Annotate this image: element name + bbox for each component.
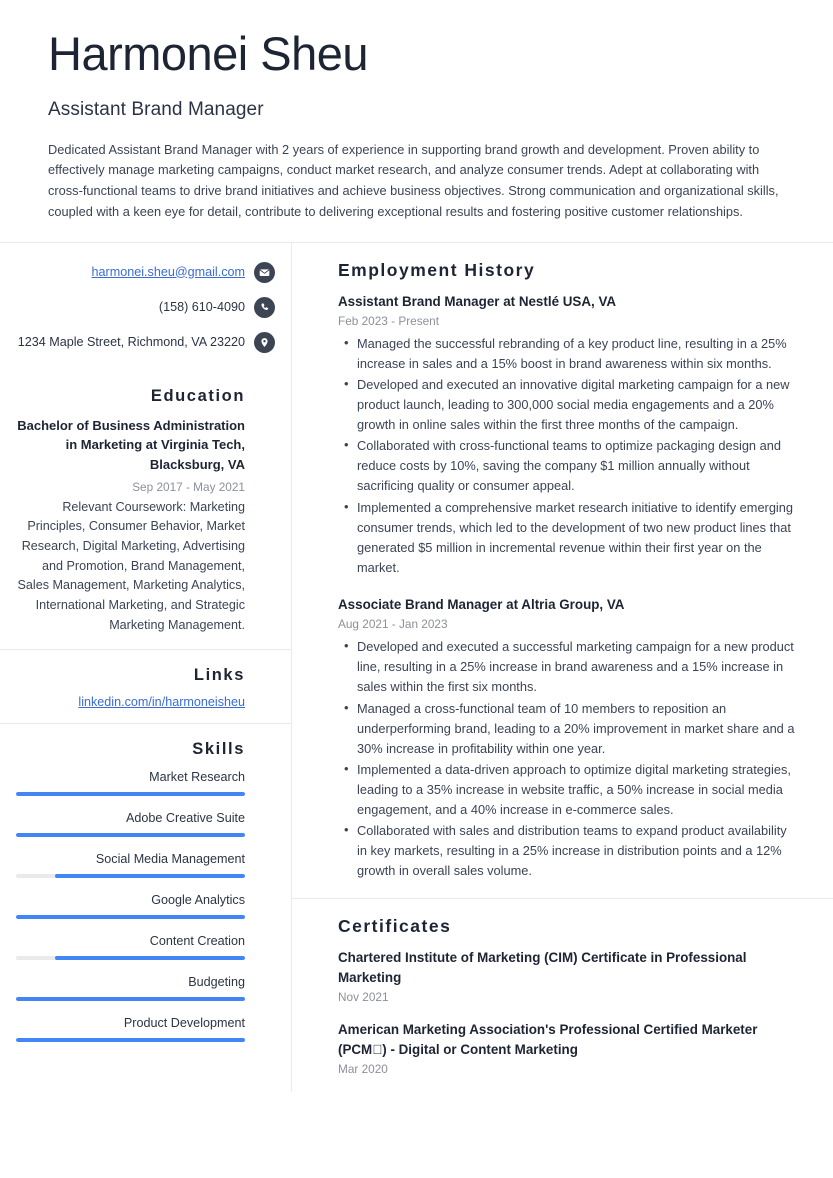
- skill-bar-fill: [16, 1038, 245, 1043]
- skill-bar-track: [16, 915, 245, 920]
- resume-header: Harmonei Sheu Assistant Brand Manager De…: [0, 0, 833, 223]
- main-content: Employment History Assistant Brand Manag…: [292, 243, 833, 1093]
- employment-history-section: Employment History Assistant Brand Manag…: [292, 243, 833, 899]
- skill-item: Product Development: [16, 1015, 245, 1043]
- skill-bar-track: [16, 792, 245, 797]
- page-title: Harmonei Sheu: [48, 27, 369, 80]
- contact-details: harmonei.sheu@gmail.com (158) 610-4090 1…: [0, 243, 291, 371]
- professional-summary: Dedicated Assistant Brand Manager with 2…: [48, 141, 779, 219]
- skills-section: Skills Market Research Adobe Creative Su…: [0, 723, 291, 1070]
- skill-name: Product Development: [123, 1016, 245, 1031]
- resume-body: harmonei.sheu@gmail.com (158) 610-4090 1…: [0, 242, 833, 1093]
- contact-row-email[interactable]: harmonei.sheu@gmail.com: [16, 261, 275, 283]
- skill-bar-fill: [16, 833, 245, 838]
- skill-name: Market Research: [149, 770, 245, 785]
- skill-bar-track: [16, 1038, 245, 1043]
- bullet-item: Implemented a data-driven approach to op…: [344, 759, 797, 820]
- bullet-item: Managed a cross-functional team of 10 me…: [344, 698, 797, 759]
- skill-bar-fill: [16, 997, 245, 1002]
- skills-heading: Skills: [192, 740, 245, 759]
- employment-history-heading: Employment History: [338, 259, 536, 280]
- employment-date: Feb 2023 - Present: [338, 313, 439, 328]
- links-section: Links linkedin.com/in/harmoneisheu: [0, 649, 291, 723]
- skill-name: Adobe Creative Suite: [125, 811, 245, 826]
- certificates-heading: Certificates: [338, 916, 452, 937]
- phone-icon: [254, 296, 275, 318]
- contact-row-phone[interactable]: (158) 610-4090: [16, 296, 275, 318]
- skill-name: Social Media Management: [95, 852, 245, 867]
- employment-title: Associate Brand Manager at Altria Group,…: [338, 596, 625, 612]
- employment-title: Assistant Brand Manager at Nestlé USA, V…: [338, 293, 617, 309]
- certificate-date: Mar 2020: [338, 1062, 388, 1076]
- phone-value: (158) 610-4090: [158, 299, 245, 314]
- resume-page: Harmonei Sheu Assistant Brand Manager De…: [0, 0, 833, 1178]
- employment-entry: Assistant Brand Manager at Nestlé USA, V…: [338, 292, 797, 578]
- skill-bar-track: [16, 956, 245, 961]
- envelope-icon: [254, 261, 275, 283]
- skill-bar-fill: [16, 915, 245, 920]
- email-value[interactable]: harmonei.sheu@gmail.com: [92, 261, 245, 282]
- skill-bar-track: [16, 997, 245, 1002]
- skill-bar-fill: [54, 956, 245, 961]
- skill-name: Budgeting: [188, 975, 245, 990]
- skill-name: Content Creation: [149, 934, 245, 949]
- bullet-item: Implemented a comprehensive market resea…: [344, 497, 797, 578]
- employment-bullets: Developed and executed a successful mark…: [338, 636, 797, 881]
- employment-bullets: Managed the successful rebranding of a k…: [338, 333, 797, 578]
- address-value: 1234 Maple Street, Richmond, VA 23220: [17, 334, 245, 349]
- skill-item: Adobe Creative Suite: [16, 810, 245, 838]
- bullet-item: Developed and executed an innovative dig…: [344, 374, 797, 435]
- bullet-item: Developed and executed a successful mark…: [344, 636, 797, 697]
- certificate-title: Chartered Institute of Marketing (CIM) C…: [338, 950, 747, 985]
- skill-bar-fill: [54, 874, 245, 879]
- bullet-item: Collaborated with cross-functional teams…: [344, 435, 797, 496]
- skill-bar-track: [16, 833, 245, 838]
- skill-item: Content Creation: [16, 933, 245, 961]
- employment-date: Aug 2021 - Jan 2023: [338, 617, 448, 632]
- education-heading: Education: [150, 386, 245, 405]
- employment-entry: Associate Brand Manager at Altria Group,…: [338, 595, 797, 881]
- skill-bar-fill: [16, 792, 245, 797]
- certificate-entry: American Marketing Association's Profess…: [338, 1020, 797, 1076]
- location-pin-icon: [254, 331, 275, 353]
- bullet-item: Managed the successful rebranding of a k…: [344, 333, 797, 374]
- link-item-linkedin[interactable]: linkedin.com/in/harmoneisheu: [16, 695, 245, 709]
- contact-row-address[interactable]: 1234 Maple Street, Richmond, VA 23220: [16, 331, 275, 353]
- skill-item: Market Research: [16, 769, 245, 797]
- education-date: Sep 2017 - May 2021: [132, 479, 245, 494]
- skill-item: Google Analytics: [16, 892, 245, 920]
- education-section: Education Bachelor of Business Administr…: [0, 371, 291, 650]
- job-title: Assistant Brand Manager: [48, 98, 264, 120]
- certificate-title: American Marketing Association's Profess…: [338, 1022, 758, 1057]
- skill-item: Social Media Management: [16, 851, 245, 879]
- skill-item: Budgeting: [16, 974, 245, 1002]
- certificates-section: Certificates Chartered Institute of Mark…: [292, 898, 833, 1092]
- bullet-item: Collaborated with sales and distribution…: [344, 820, 797, 881]
- education-degree: Bachelor of Business Administration in M…: [17, 417, 245, 473]
- certificate-date: Nov 2021: [338, 990, 389, 1005]
- skill-name: Google Analytics: [151, 893, 245, 908]
- sidebar: harmonei.sheu@gmail.com (158) 610-4090 1…: [0, 242, 292, 1092]
- education-description: Relevant Coursework: Marketing Principle…: [17, 499, 246, 632]
- certificate-entry: Chartered Institute of Marketing (CIM) C…: [338, 948, 797, 1004]
- links-heading: Links: [193, 666, 245, 685]
- skill-bar-track: [16, 874, 245, 879]
